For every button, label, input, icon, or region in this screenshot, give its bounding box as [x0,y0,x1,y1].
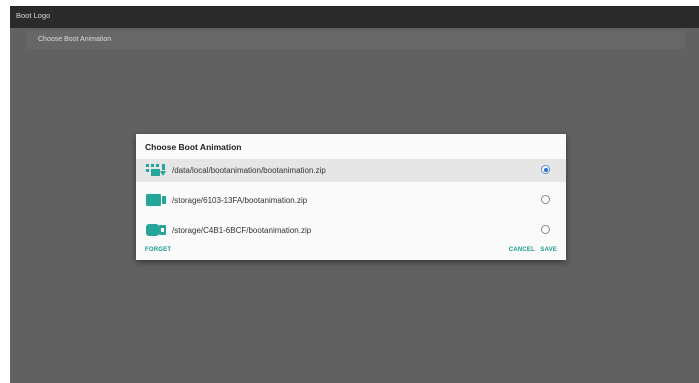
option-data-local[interactable]: /data/local/bootanimation/bootanimation.… [136,159,566,182]
radio-unselected[interactable] [541,195,550,204]
option-label: /storage/C4B1-6BCF/bootanimation.zip [172,226,312,235]
save-button[interactable]: SAVE [540,247,557,253]
cancel-button[interactable]: CANCEL [509,247,535,253]
radio-selected[interactable] [541,165,550,174]
settings-item-choose-boot-animation[interactable]: Choose Boot Animation [26,31,685,49]
dialog-title: Choose Boot Animation [145,142,242,152]
option-label: /data/local/bootanimation/bootanimation.… [172,166,326,175]
screen: Boot Logo Choose Boot Animation Choose B… [10,6,699,383]
option-storage-c4b1-6bcf[interactable]: /storage/C4B1-6BCF/bootanimation.zip [136,219,566,242]
app-title: Boot Logo [16,11,51,20]
option-storage-6103-13fa[interactable]: /storage/6103-13FA/bootanimation.zip [136,189,566,212]
usb-drive-icon [145,223,167,237]
app-bar: Boot Logo [10,6,699,28]
option-label: /storage/6103-13FA/bootanimation.zip [172,196,308,205]
radio-unselected[interactable] [541,225,550,234]
settings-item-label: Choose Boot Animation [38,36,112,43]
choose-boot-animation-dialog: Choose Boot Animation /data/local/bootan… [136,134,566,260]
forget-button[interactable]: FORGET [145,247,171,253]
usb-drive-icon [145,193,167,207]
device-storage-icon [145,163,167,177]
